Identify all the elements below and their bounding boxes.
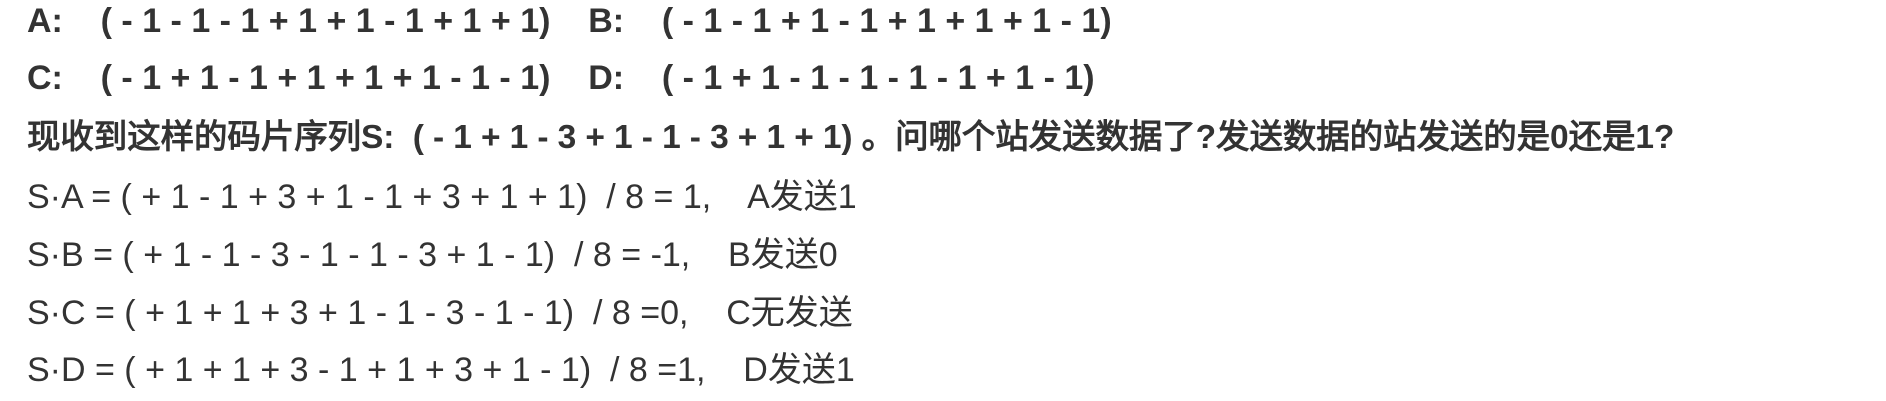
inner-product-a: S·A = ( + 1 - 1 + 3 + 1 - 1 + 3 + 1 + 1)… xyxy=(27,178,857,216)
document-body: A: ( - 1 - 1 - 1 + 1 + 1 - 1 + 1 + 1) B:… xyxy=(27,0,1882,401)
chip-sequence-c-d: C: ( - 1 + 1 - 1 + 1 + 1 + 1 - 1 - 1) D:… xyxy=(27,59,1095,97)
chip-sequence-a-b: A: ( - 1 - 1 - 1 + 1 + 1 - 1 + 1 + 1) B:… xyxy=(27,2,1112,40)
question-text: 现收到这样的码片序列S: ( - 1 + 1 - 3 + 1 - 1 - 3 +… xyxy=(27,119,1675,156)
inner-product-c: S·C = ( + 1 + 1 + 3 + 1 - 1 - 3 - 1 - 1)… xyxy=(27,294,853,332)
inner-product-d: S·D = ( + 1 + 1 + 3 - 1 + 1 + 3 + 1 - 1)… xyxy=(27,351,855,389)
inner-product-b: S·B = ( + 1 - 1 - 3 - 1 - 1 - 3 + 1 - 1)… xyxy=(27,236,838,274)
